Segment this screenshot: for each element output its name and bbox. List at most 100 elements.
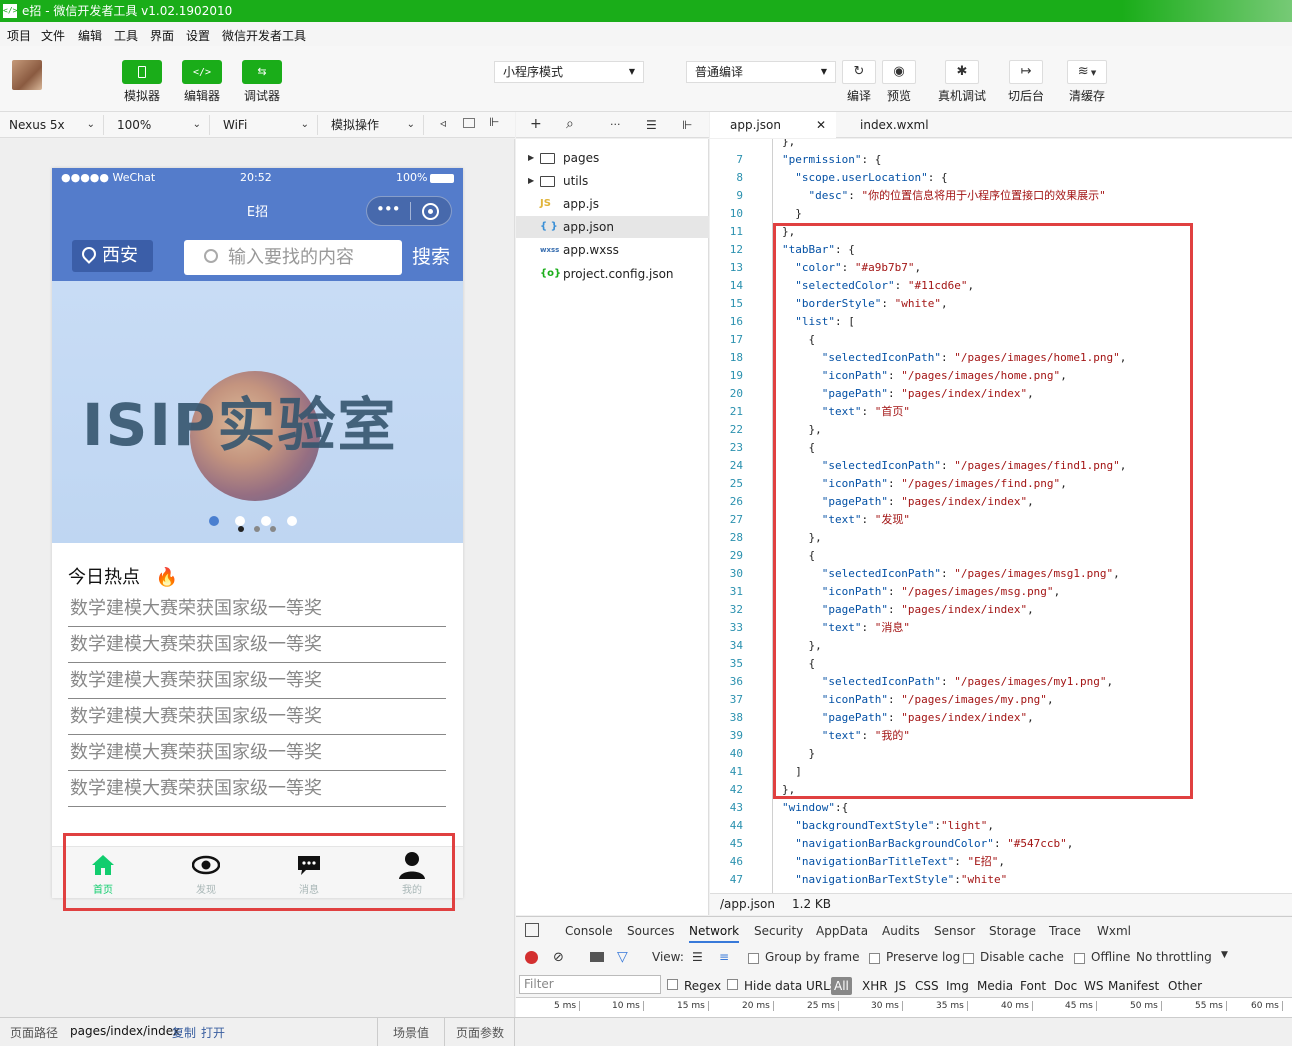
code-line[interactable]: 45 "navigationBarBackgroundColor": "#547… bbox=[710, 835, 1292, 853]
devtools-tab-security[interactable]: Security bbox=[754, 924, 803, 938]
type-filter-img[interactable]: Img bbox=[946, 979, 969, 993]
waterfall-view-icon[interactable]: ≡ bbox=[719, 950, 729, 964]
hot-news-item[interactable]: 数学建模大赛荣获国家级一等奖 bbox=[68, 591, 446, 627]
code-line[interactable]: }, bbox=[710, 139, 1292, 151]
menu-item-tools[interactable]: 工具 bbox=[114, 27, 138, 44]
device-select[interactable]: Nexus 5x ⌄ bbox=[0, 115, 104, 135]
simulator-toggle-button[interactable] bbox=[122, 60, 162, 84]
caret-down-icon[interactable]: ▼ bbox=[1221, 950, 1228, 960]
type-filter-all[interactable]: All bbox=[831, 977, 852, 995]
remote-debug-button[interactable]: ✱ bbox=[945, 60, 979, 84]
mode-select[interactable]: 小程序模式 ▼ bbox=[494, 61, 644, 83]
disable-cache-checkbox[interactable] bbox=[963, 953, 974, 964]
volume-icon[interactable]: ◃ bbox=[440, 116, 446, 130]
hot-news-item[interactable]: 数学建模大赛荣获国家级一等奖 bbox=[68, 663, 446, 699]
code-line[interactable]: 8 "scope.userLocation": { bbox=[710, 169, 1292, 187]
city-button[interactable]: 西安 bbox=[72, 240, 153, 272]
swiper-dot[interactable] bbox=[287, 516, 297, 526]
toggle-panel-icon[interactable]: ⊩ bbox=[682, 118, 692, 132]
filter-icon[interactable]: ▽ bbox=[617, 949, 628, 965]
search-input[interactable]: 输入要找的内容 bbox=[184, 240, 402, 275]
devtools-tab-storage[interactable]: Storage bbox=[989, 924, 1036, 938]
close-miniapp-icon[interactable] bbox=[422, 203, 439, 220]
page-params-button[interactable]: 页面参数 bbox=[456, 1024, 504, 1041]
file-tree-item[interactable]: ▶ pages bbox=[516, 147, 709, 169]
file-tree-item[interactable]: ▶ utils bbox=[516, 170, 709, 192]
preserve-log-checkbox[interactable] bbox=[869, 953, 880, 964]
group-by-frame-checkbox[interactable] bbox=[748, 953, 759, 964]
file-tree-item[interactable]: wxss app.wxss bbox=[516, 239, 709, 261]
preview-button[interactable]: ◉ bbox=[882, 60, 916, 84]
copy-link[interactable]: 复制 bbox=[172, 1024, 196, 1041]
hot-news-item[interactable]: 数学建模大赛荣获国家级一等奖 bbox=[68, 771, 446, 807]
more-icon[interactable]: ··· bbox=[610, 118, 621, 131]
menu-item-project[interactable]: 项目 bbox=[7, 27, 31, 44]
code-line[interactable]: 9 "desc": "你的位置信息将用于小程序位置接口的效果展示" bbox=[710, 187, 1292, 205]
detach-icon[interactable]: ⊩ bbox=[489, 115, 499, 129]
scene-value-button[interactable]: 场景值 bbox=[393, 1024, 429, 1041]
hide-data-urls-checkbox[interactable] bbox=[727, 979, 738, 990]
type-filter-css[interactable]: CSS bbox=[915, 979, 939, 993]
clear-icon[interactable]: ⊘ bbox=[553, 950, 564, 965]
banner-swiper[interactable]: ISIP实验室 bbox=[52, 281, 463, 543]
open-link[interactable]: 打开 bbox=[201, 1024, 225, 1041]
type-filter-media[interactable]: Media bbox=[977, 979, 1013, 993]
menu-item-file[interactable]: 文件 bbox=[41, 27, 65, 44]
background-button[interactable]: ↦ bbox=[1009, 60, 1043, 84]
devtools-tab-appdata[interactable]: AppData bbox=[816, 924, 868, 938]
hot-news-item[interactable]: 数学建模大赛荣获国家级一等奖 bbox=[68, 699, 446, 735]
devtools-tab-console[interactable]: Console bbox=[565, 924, 613, 938]
devtools-tab-sensor[interactable]: Sensor bbox=[934, 924, 975, 938]
editor-tab-index-wxml[interactable]: index.wxml bbox=[860, 112, 970, 138]
code-line[interactable]: 44 "backgroundTextStyle":"light", bbox=[710, 817, 1292, 835]
throttling-select[interactable]: No throttling bbox=[1136, 950, 1212, 964]
record-icon[interactable] bbox=[525, 951, 538, 964]
code-line[interactable]: 47 "navigationBarTextStyle":"white" bbox=[710, 871, 1292, 889]
compile-select[interactable]: 普通编译 ▼ bbox=[686, 61, 836, 83]
code-line[interactable]: 43 "window":{ bbox=[710, 799, 1292, 817]
type-filter-js[interactable]: JS bbox=[895, 979, 906, 993]
more-icon[interactable]: ••• bbox=[376, 200, 401, 218]
menu-item-settings[interactable]: 设置 bbox=[186, 27, 210, 44]
hot-news-item[interactable]: 数学建模大赛荣获国家级一等奖 bbox=[68, 735, 446, 771]
network-select[interactable]: WiFi ⌄ bbox=[214, 115, 318, 135]
code-line[interactable]: 7 "permission": { bbox=[710, 151, 1292, 169]
list-view-icon[interactable]: ☰ bbox=[692, 950, 703, 964]
collapse-icon[interactable]: ☰ bbox=[646, 118, 657, 132]
type-filter-manifest[interactable]: Manifest bbox=[1108, 979, 1159, 993]
avatar[interactable] bbox=[12, 60, 42, 90]
menu-item-interface[interactable]: 界面 bbox=[150, 27, 174, 44]
code-line[interactable]: 10 } bbox=[710, 205, 1292, 223]
type-filter-xhr[interactable]: XHR bbox=[862, 979, 888, 993]
type-filter-ws[interactable]: WS bbox=[1084, 979, 1103, 993]
offline-checkbox[interactable] bbox=[1074, 953, 1085, 964]
editor-toggle-button[interactable]: </> bbox=[182, 60, 222, 84]
file-tree-item[interactable]: JS app.js bbox=[516, 193, 709, 215]
code-line[interactable]: 46 "navigationBarTitleText": "E招", bbox=[710, 853, 1292, 871]
zoom-select[interactable]: 100% ⌄ bbox=[108, 115, 210, 135]
devtools-tab-sources[interactable]: Sources bbox=[627, 924, 674, 938]
menu-item-devtools[interactable]: 微信开发者工具 bbox=[222, 27, 306, 44]
compile-button[interactable]: ↻ bbox=[842, 60, 876, 84]
devtools-tab-audits[interactable]: Audits bbox=[882, 924, 920, 938]
camera-icon[interactable] bbox=[590, 952, 604, 962]
rotate-icon[interactable] bbox=[463, 118, 475, 128]
type-filter-font[interactable]: Font bbox=[1020, 979, 1046, 993]
regex-checkbox[interactable] bbox=[667, 979, 678, 990]
operation-select[interactable]: 模拟操作 ⌄ bbox=[322, 115, 424, 135]
swiper-dot[interactable] bbox=[209, 516, 219, 526]
file-tree-item[interactable]: {o} project.config.json bbox=[516, 263, 709, 285]
debugger-toggle-button[interactable]: ⇆ bbox=[242, 60, 282, 84]
search-button[interactable]: 搜索 bbox=[412, 240, 457, 275]
swiper-dot[interactable] bbox=[235, 516, 245, 526]
file-tree-item-selected[interactable]: { } app.json bbox=[516, 216, 709, 238]
devtools-tab-wxml[interactable]: Wxml bbox=[1097, 924, 1131, 938]
menu-capsule[interactable]: ••• bbox=[366, 196, 452, 226]
add-icon[interactable]: + bbox=[530, 116, 542, 132]
devtools-tab-trace[interactable]: Trace bbox=[1049, 924, 1081, 938]
swiper-dot[interactable] bbox=[261, 516, 271, 526]
type-filter-other[interactable]: Other bbox=[1168, 979, 1202, 993]
search-icon[interactable]: ⌕ bbox=[566, 116, 574, 132]
menu-item-edit[interactable]: 编辑 bbox=[78, 27, 102, 44]
inspect-icon[interactable] bbox=[525, 923, 539, 937]
